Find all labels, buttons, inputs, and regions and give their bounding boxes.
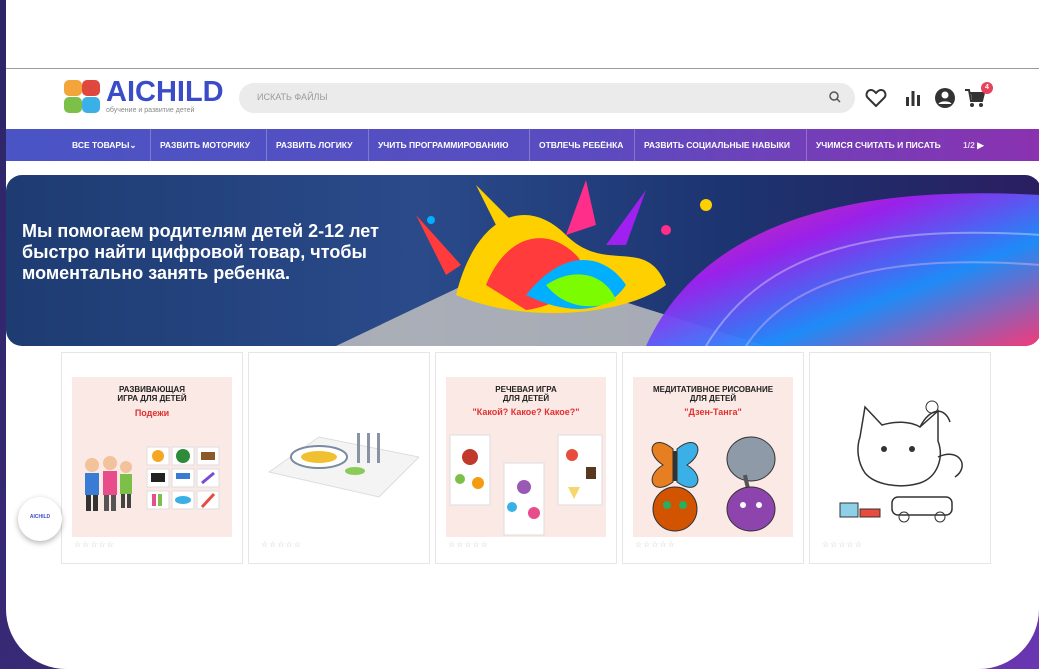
banner-line: моментально занять ребенка. — [22, 263, 290, 283]
product-title: ДЛЯ ДЕТЕЙ — [502, 394, 550, 403]
banner-headline: Мы помогаем родителям детей 2-12 лет быс… — [22, 221, 442, 284]
nav-divider — [266, 129, 267, 161]
chevron-right-icon: ▶ — [977, 140, 984, 150]
chat-widget-label: AICHILD — [29, 514, 51, 520]
chat-widget-button[interactable]: AICHILD — [18, 497, 62, 541]
product-card[interactable]: РАЗВИВАЮЩАЯ ИГРА ДЛЯ ДЕТЕЙ Подежи ☆☆☆☆☆ — [61, 352, 243, 564]
nav-pager-label: 1/2 — [963, 140, 975, 150]
product-title: ДЛЯ ДЕТЕЙ — [689, 394, 737, 403]
search-placeholder: ИСКАТЬ ФАЙЛЫ — [257, 92, 328, 102]
nav-divider — [150, 129, 151, 161]
product-subtitle: "Дзен-Танга" — [684, 407, 742, 417]
logo-subtitle: обучение и развитие детей — [106, 107, 195, 114]
product-image — [259, 377, 421, 537]
product-card[interactable]: МЕДИТАТИВНОЕ РИСОВАНИЕ ДЛЯ ДЕТЕЙ "Дзен-Т… — [622, 352, 804, 564]
nav-divider — [368, 129, 369, 161]
coloring-cat-illustration — [839, 400, 963, 523]
nav-divider — [634, 129, 635, 161]
rating-stars[interactable]: ☆☆☆☆☆ — [261, 540, 302, 549]
product-title: ИГРА ДЛЯ ДЕТЕЙ — [117, 394, 187, 403]
product-title: РАЗВИВАЮЩАЯ — [118, 385, 186, 394]
rating-stars[interactable]: ☆☆☆☆☆ — [74, 540, 115, 549]
product-subtitle: Подежи — [134, 408, 170, 418]
category-nav: ВСЕ ТОВАРЫ⌄ РАЗВИТЬ МОТОРИКУ РАЗВИТЬ ЛОГ… — [6, 129, 1039, 161]
product-card[interactable]: ☆☆☆☆☆ — [248, 352, 430, 564]
nav-pager[interactable]: 1/2 ▶ — [963, 129, 984, 161]
rating-stars[interactable]: ☆☆☆☆☆ — [635, 540, 676, 549]
nav-item-social-skills[interactable]: РАЗВИТЬ СОЦИАЛЬНЫЕ НАВЫКИ — [644, 129, 790, 161]
heart-icon[interactable] — [864, 86, 888, 110]
browser-page: AICHILD обучение и развитие детей ИСКАТЬ… — [6, 0, 1039, 669]
hero-banner[interactable]: Мы помогаем родителям детей 2-12 лет быс… — [6, 175, 1039, 346]
product-title: МЕДИТАТИВНОЕ РИСОВАНИЕ — [652, 385, 774, 394]
chevron-down-icon: ⌄ — [129, 140, 137, 150]
rating-stars[interactable]: ☆☆☆☆☆ — [448, 540, 489, 549]
puzzle-logo-icon — [62, 78, 102, 114]
nav-divider — [529, 129, 530, 161]
user-icon[interactable] — [933, 86, 957, 110]
banner-line: быстро найти цифровой товар, чтобы — [22, 242, 367, 262]
kids-illustration — [85, 446, 220, 511]
divider — [6, 68, 1039, 69]
table-setting-illustration — [267, 433, 421, 498]
logo-title: AICHILD — [106, 76, 224, 108]
banner-line: Мы помогаем родителям детей 2-12 лет — [22, 221, 379, 241]
product-image: МЕДИТАТИВНОЕ РИСОВАНИЕ ДЛЯ ДЕТЕЙ "Дзен-Т… — [633, 377, 793, 537]
rating-stars[interactable]: ☆☆☆☆☆ — [822, 540, 863, 549]
nav-item-logic[interactable]: РАЗВИТЬ ЛОГИКУ — [276, 129, 353, 161]
product-card[interactable]: ☆☆☆☆☆ — [809, 352, 991, 564]
cart-count-badge: 4 — [981, 82, 993, 94]
zentangle-animals-illustration — [651, 436, 776, 532]
product-image — [820, 377, 980, 537]
product-image: РЕЧЕВАЯ ИГРА ДЛЯ ДЕТЕЙ "Какой? Какое? Ка… — [446, 377, 606, 537]
product-title: РЕЧЕВАЯ ИГРА — [495, 385, 557, 394]
nav-divider — [806, 129, 807, 161]
product-card[interactable]: РЕЧЕВАЯ ИГРА ДЛЯ ДЕТЕЙ "Какой? Какое? Ка… — [435, 352, 617, 564]
site-logo[interactable]: AICHILD обучение и развитие детей — [62, 78, 224, 114]
nav-item-distract-child[interactable]: ОТВЛЕЧЬ РЕБЁНКА — [539, 129, 623, 161]
nav-label: ВСЕ ТОВАРЫ — [72, 140, 130, 150]
search-icon[interactable] — [827, 89, 843, 105]
nav-item-programming[interactable]: УЧИТЬ ПРОГРАММИРОВАНИЮ — [378, 129, 509, 161]
chart-icon[interactable] — [901, 86, 925, 110]
nav-item-motor-skills[interactable]: РАЗВИТЬ МОТОРИКУ — [160, 129, 250, 161]
nav-item-count-write[interactable]: УЧИМСЯ СЧИТАТЬ И ПИСАТЬ — [816, 129, 941, 161]
search-input[interactable]: ИСКАТЬ ФАЙЛЫ — [239, 83, 855, 113]
nav-item-all-products[interactable]: ВСЕ ТОВАРЫ⌄ — [72, 129, 137, 161]
product-subtitle: "Какой? Какое? Какое?" — [472, 407, 580, 417]
product-image: РАЗВИВАЮЩАЯ ИГРА ДЛЯ ДЕТЕЙ Подежи — [72, 377, 232, 537]
speech-game-illustration — [449, 434, 603, 536]
